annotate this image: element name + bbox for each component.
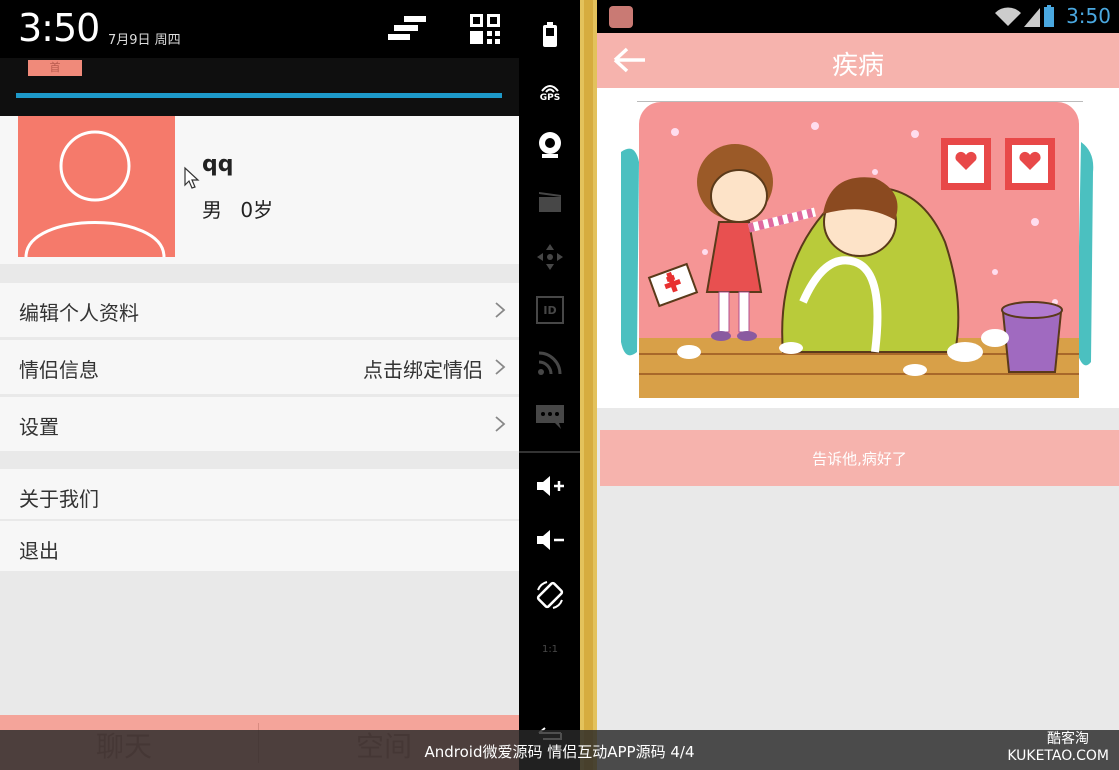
loading-progress-bar <box>16 93 502 98</box>
menu-label: 关于我们 <box>19 487 99 511</box>
menu-label: 情侣信息 <box>19 358 99 382</box>
signal-icon <box>1024 8 1040 27</box>
status-bar: 3:50 <box>597 0 1119 33</box>
id-label: ID <box>543 303 557 317</box>
video-caption-bar: Android微爱源码 情侣互动APP源码 4/4 <box>0 730 1119 770</box>
page-title: 疾病 <box>831 51 884 81</box>
rss-icon[interactable] <box>533 346 567 380</box>
status-bar: 3:50 7月9日 周四 <box>0 0 519 58</box>
default-user-icon <box>24 130 166 257</box>
menu-logout[interactable]: 退出 <box>0 521 519 571</box>
profile-gender: 男 <box>202 198 222 222</box>
sms-icon[interactable] <box>533 400 567 434</box>
signal-bars-icon <box>388 16 426 40</box>
battery-icon[interactable] <box>533 18 567 52</box>
profile-age: 0岁 <box>240 198 274 222</box>
status-date: 7月9日 周四 <box>108 33 181 48</box>
tab-home-fragment[interactable]: 首 <box>28 60 82 76</box>
recovered-button-label: 告诉他,病好了 <box>812 450 907 468</box>
profile-gender-age: 男 0岁 <box>202 194 285 223</box>
profile-nickname: qq <box>202 152 234 177</box>
status-time: 3:50 <box>18 6 100 50</box>
gps-icon[interactable]: GPS <box>533 76 567 110</box>
caption-text: Android微爱源码 情侣互动APP源码 4/4 <box>424 743 695 761</box>
scale-label: 1:1 <box>541 643 559 655</box>
girl-caring-for-sick-boy-illustration <box>621 102 1094 398</box>
chevron-right-icon <box>495 302 506 318</box>
emulator-control-sidebar: GPS ID 1:1 <box>519 0 580 770</box>
profile-card[interactable]: qq 男 0岁 <box>0 116 519 264</box>
menu-settings[interactable]: 设置 <box>0 397 519 451</box>
gps-label: GPS <box>539 93 561 103</box>
menu-value: 点击绑定情侣 <box>363 358 483 382</box>
watermark-brand: 酷客淘 <box>1047 731 1089 747</box>
volume-down-icon[interactable] <box>533 523 567 557</box>
rotate-icon[interactable] <box>533 578 567 612</box>
camera-icon[interactable] <box>533 128 567 162</box>
illustration-panel <box>597 88 1119 408</box>
menu-edit-profile[interactable]: 编辑个人资料 <box>0 283 519 337</box>
avatar[interactable] <box>18 116 175 257</box>
sidebar-divider <box>519 451 580 453</box>
mouse-cursor-icon <box>184 166 200 189</box>
menu-about-us[interactable]: 关于我们 <box>0 469 519 519</box>
right-phone-screen: 3:50 疾病 告诉他,病好了 <box>597 0 1119 770</box>
chevron-right-icon <box>495 416 506 432</box>
content-divider <box>637 101 1083 102</box>
id-icon[interactable]: ID <box>533 293 567 327</box>
chevron-right-icon <box>495 359 506 375</box>
dpad-icon[interactable] <box>533 240 567 274</box>
video-icon[interactable] <box>533 185 567 219</box>
scale-icon[interactable]: 1:1 <box>533 632 567 666</box>
apps-grid-icon[interactable] <box>468 12 502 46</box>
menu-label: 编辑个人资料 <box>19 301 139 325</box>
volume-up-icon[interactable] <box>533 469 567 503</box>
watermark-url: KUKETAO.COM <box>1007 748 1109 764</box>
battery-icon <box>1044 5 1054 27</box>
left-phone-screen: 3:50 7月9日 周四 首 qq 男 0岁 编辑个人资料 情侣信息 点击绑定情… <box>0 0 519 770</box>
menu-label: 退出 <box>19 539 59 563</box>
title-bar: 疾病 <box>597 33 1119 88</box>
menu-couple-info[interactable]: 情侣信息 点击绑定情侣 <box>0 340 519 394</box>
menu-label: 设置 <box>19 415 59 439</box>
emulator-frame-inner <box>584 0 593 770</box>
status-time: 3:50 <box>1066 4 1111 28</box>
wifi-icon <box>995 7 1021 26</box>
app-notification-icon <box>609 6 633 28</box>
recovered-button[interactable]: 告诉他,病好了 <box>600 430 1119 486</box>
